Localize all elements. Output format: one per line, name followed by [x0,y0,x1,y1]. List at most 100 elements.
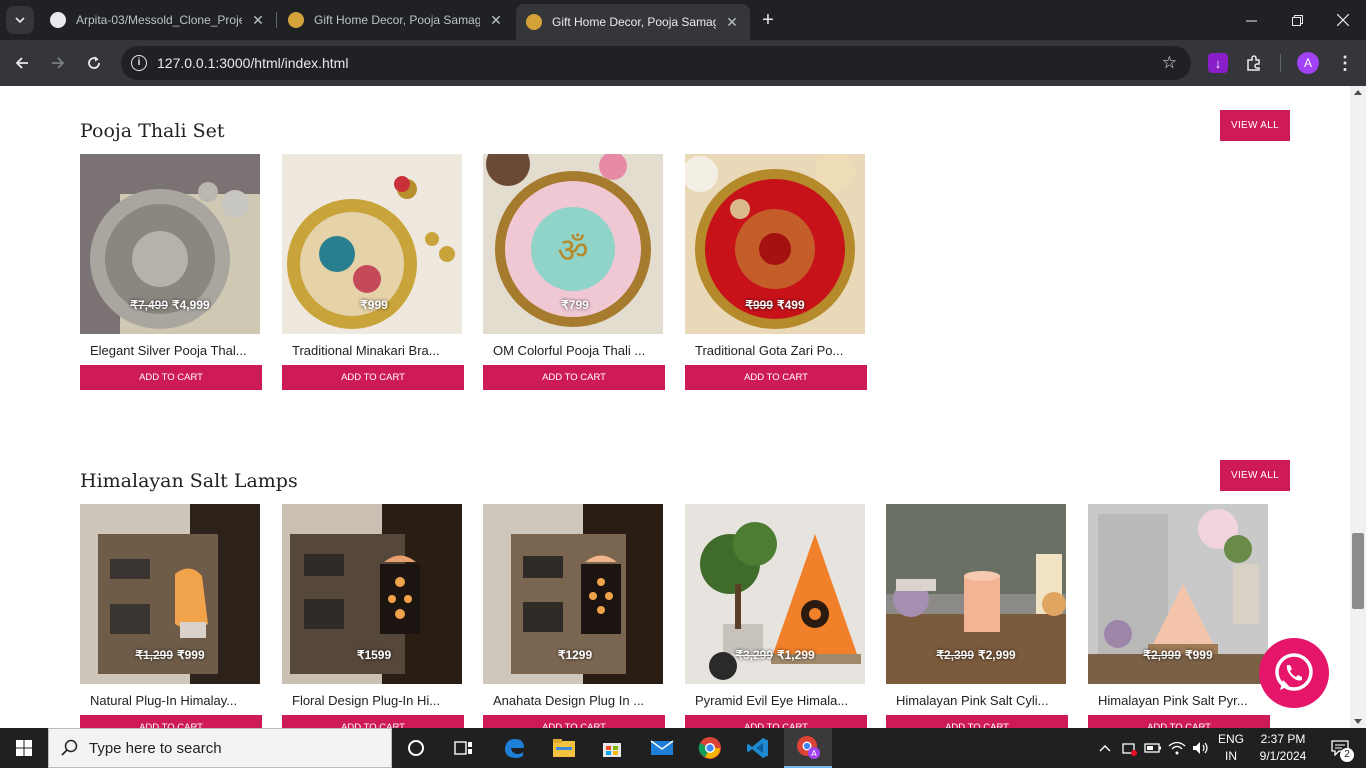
browser-tab-strip: Arpita-03/Messold_Clone_Project ✕ Gift H… [0,0,1366,40]
site-info-icon[interactable]: i [131,55,147,71]
add-to-cart-button[interactable]: ADD TO CART [685,365,867,390]
microsoft-store-icon[interactable] [588,728,636,768]
region-code: IN [1225,749,1237,763]
volume-icon[interactable] [1190,728,1212,768]
product-name[interactable]: Natural Plug-In Himalay... [90,693,260,708]
cortana-icon[interactable] [392,728,440,768]
browser-menu-icon[interactable]: ⋮ [1336,52,1354,74]
task-view-icon[interactable] [440,728,488,768]
add-to-cart-button[interactable]: ADD TO CART [886,715,1068,728]
product-price: ₹1599 [282,648,462,662]
reload-icon[interactable] [82,51,106,75]
product-price: ₹2,999 ₹999 [1088,648,1268,662]
scroll-up-arrow-icon[interactable] [1354,90,1362,95]
windows-start-icon[interactable] [0,728,48,768]
product-price: ₹999 [282,298,462,312]
browser-tab-1[interactable]: Arpita-03/Messold_Clone_Project ✕ [40,4,276,36]
clock-time: 2:37 PM [1260,732,1306,746]
vscode-icon[interactable] [734,728,782,768]
product-price: ₹1,299 ₹999 [80,648,260,662]
add-to-cart-button[interactable]: ADD TO CART [685,715,867,728]
view-all-button[interactable]: VIEW ALL [1220,110,1290,141]
scrollbar-thumb[interactable] [1352,533,1364,609]
product-name[interactable]: Pyramid Evil Eye Himala... [695,693,865,708]
edge-icon[interactable] [490,728,538,768]
svg-text:ॐ: ॐ [557,231,588,271]
svg-text:A: A [811,749,817,758]
product-name[interactable]: Himalayan Pink Salt Cyli... [896,693,1066,708]
chevron-down-icon [15,17,25,24]
product-name[interactable]: Anahata Design Plug In ... [493,693,663,708]
add-to-cart-button[interactable]: ADD TO CART [282,365,464,390]
close-icon[interactable]: ✕ [488,12,504,28]
system-clock[interactable]: 2:37 PM 9/1/2024 [1248,731,1318,765]
add-to-cart-button[interactable]: ADD TO CART [483,715,665,728]
current-price: ₹1599 [356,648,392,662]
old-price: ₹1,299 [135,648,173,662]
search-placeholder[interactable]: Type here to search [89,740,222,757]
taskbar-search-box[interactable]: Type here to search [48,728,392,768]
view-all-button[interactable]: VIEW ALL [1220,460,1290,491]
product-name[interactable]: Traditional Minakari Bra... [292,343,462,358]
add-to-cart-button[interactable]: ADD TO CART [80,715,262,728]
mail-icon[interactable] [638,728,686,768]
address-bar[interactable]: i 127.0.0.1:3000/html/index.html ☆ [121,46,1191,80]
battery-icon[interactable] [1142,728,1164,768]
chrome-profile-active-icon[interactable]: A [784,728,832,768]
language-code: ENG [1217,732,1244,746]
browser-toolbar: i 127.0.0.1:3000/html/index.html ☆ ↓ A ⋮ [0,40,1366,86]
forward-arrow-icon[interactable] [46,51,70,75]
back-arrow-icon[interactable] [10,51,34,75]
new-tab-icon[interactable]: + [758,10,778,30]
extensions-puzzle-icon[interactable] [1244,53,1264,73]
add-to-cart-button[interactable]: ADD TO CART [282,715,464,728]
security-alert-icon[interactable] [1118,728,1140,768]
clock-date: 9/1/2024 [1259,749,1307,763]
product-name[interactable]: Floral Design Plug-In Hi... [292,693,462,708]
browser-tab-2[interactable]: Gift Home Decor, Pooja Samagri ✕ [278,4,514,36]
add-to-cart-button[interactable]: ADD TO CART [1088,715,1270,728]
tab-title: Arpita-03/Messold_Clone_Project [76,13,242,27]
language-indicator[interactable]: ENG IN [1214,731,1248,765]
section-himalayan-salt-lamps: Himalayan Salt Lamps VIEW ALL ₹1,299 ₹999… [80,460,1290,728]
product-name[interactable]: OM Colorful Pooja Thali ... [493,343,663,358]
product-name[interactable]: Elegant Silver Pooja Thal... [90,343,260,358]
tab-separator [276,12,277,28]
page-scrollbar[interactable] [1350,86,1366,728]
section-title: Himalayan Salt Lamps [80,470,298,492]
product-price: ₹799 [483,298,663,312]
file-explorer-icon[interactable] [540,728,588,768]
bookmark-star-icon[interactable]: ☆ [1162,53,1177,73]
search-icon [61,739,78,756]
close-icon[interactable]: ✕ [250,12,266,28]
url-text[interactable]: 127.0.0.1:3000/html/index.html [157,55,348,71]
minimize-icon[interactable] [1228,0,1274,40]
notification-center-icon[interactable]: 2 [1320,728,1360,768]
window-close-icon[interactable] [1320,0,1366,40]
old-price: ₹999 [745,298,773,312]
product-price: ₹3,299 ₹1,299 [685,648,865,662]
add-to-cart-button[interactable]: ADD TO CART [483,365,665,390]
tab-search-button[interactable] [6,6,34,34]
profile-avatar[interactable]: A [1297,52,1319,74]
wifi-icon[interactable] [1166,728,1188,768]
section-title: Pooja Thali Set [80,120,225,142]
add-to-cart-button[interactable]: ADD TO CART [80,365,262,390]
chevron-up-icon[interactable] [1094,728,1116,768]
toolbar-separator [1280,54,1281,72]
current-price: ₹999 [177,648,205,662]
close-icon[interactable]: ✕ [724,14,740,30]
rose-icon [526,14,542,30]
whatsapp-icon [1275,653,1313,691]
restore-icon[interactable] [1274,0,1320,40]
chrome-icon[interactable] [686,728,734,768]
product-name[interactable]: Traditional Gota Zari Po... [695,343,865,358]
download-extension-icon[interactable]: ↓ [1208,53,1228,73]
product-price: ₹7,499 ₹4,999 [80,298,260,312]
current-price: ₹1299 [557,648,593,662]
whatsapp-button[interactable] [1259,638,1329,708]
browser-tab-3-active[interactable]: Gift Home Decor, Pooja Samagri ✕ [516,4,750,40]
scroll-down-arrow-icon[interactable] [1354,719,1362,724]
tab-title: Gift Home Decor, Pooja Samagri [552,15,716,29]
product-name[interactable]: Himalayan Pink Salt Pyr... [1098,693,1268,708]
